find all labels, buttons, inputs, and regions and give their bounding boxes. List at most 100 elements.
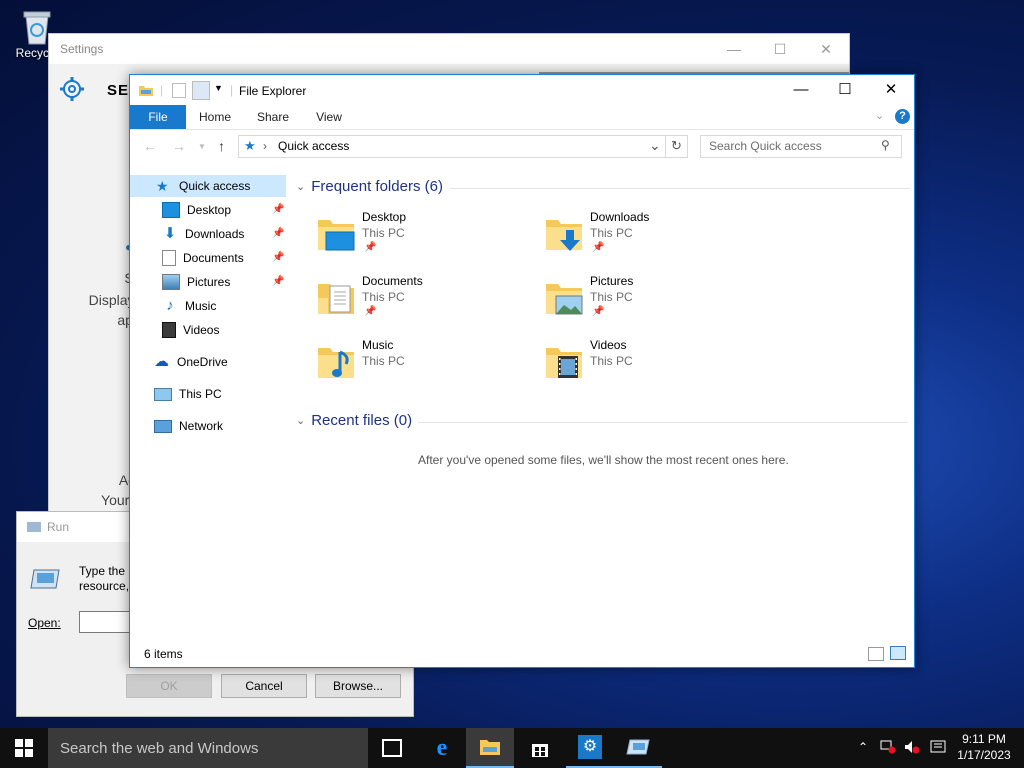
address-bar[interactable]: ★ › Quick access ⌄ ↻ bbox=[238, 135, 688, 158]
music-note-icon: ♪ bbox=[166, 297, 174, 314]
settings-close-button[interactable]: ✕ bbox=[803, 41, 849, 58]
forward-arrow-icon[interactable]: → bbox=[172, 138, 186, 154]
explorer-minimize-button[interactable]: — bbox=[778, 75, 824, 105]
address-dropdown-chevron-icon[interactable]: ⌄ bbox=[649, 137, 661, 154]
settings-minimize-button[interactable]: — bbox=[711, 41, 757, 57]
volume-muted-icon[interactable] bbox=[904, 740, 920, 757]
run-cancel-button[interactable]: Cancel bbox=[221, 674, 307, 698]
recent-locations-chevron-icon[interactable]: ▼ bbox=[198, 142, 206, 151]
explorer-maximize-button[interactable]: ☐ bbox=[822, 75, 868, 105]
search-icon[interactable]: ⚲ bbox=[881, 138, 890, 152]
desktop-folder-icon bbox=[316, 214, 356, 254]
folder-location: This PC bbox=[590, 354, 633, 368]
nav-item-pictures[interactable]: Pictures bbox=[162, 271, 230, 293]
network-status-icon[interactable] bbox=[880, 740, 896, 757]
ribbon-tabs: File Home Share View ⌄ ? bbox=[130, 105, 914, 130]
nav-item-documents[interactable]: Documents bbox=[162, 247, 244, 269]
pin-icon: 📌 bbox=[272, 228, 285, 239]
nav-item-downloads[interactable]: ⬇ Downloads bbox=[162, 223, 245, 245]
back-arrow-icon[interactable]: ← bbox=[143, 138, 157, 154]
details-view-icon[interactable] bbox=[868, 647, 884, 661]
store-button[interactable] bbox=[516, 728, 564, 768]
nav-item-onedrive[interactable]: ☁ OneDrive bbox=[154, 351, 228, 373]
nav-item-music[interactable]: ♪ Music bbox=[162, 295, 216, 317]
tab-share[interactable]: Share bbox=[250, 105, 296, 129]
edge-icon: e bbox=[436, 734, 448, 761]
qat-properties-icon[interactable] bbox=[172, 83, 186, 98]
folder-name: Downloads bbox=[590, 210, 650, 224]
refresh-icon[interactable]: ↻ bbox=[671, 138, 682, 154]
search-placeholder: Search Quick access bbox=[709, 139, 822, 153]
settings-taskbar-button[interactable]: ⚙ bbox=[566, 728, 614, 768]
tab-view[interactable]: View bbox=[306, 105, 352, 129]
folder-tile-music[interactable]: Music This PC bbox=[316, 338, 536, 394]
qat-new-folder-icon[interactable] bbox=[192, 81, 210, 100]
folder-tile-videos[interactable]: Videos This PC bbox=[544, 338, 764, 394]
up-arrow-icon[interactable]: ↑ bbox=[218, 138, 225, 154]
task-view-button[interactable] bbox=[368, 728, 416, 768]
nav-label: Music bbox=[185, 299, 217, 313]
nav-item-videos[interactable]: Videos bbox=[162, 319, 219, 341]
taskbar-search-placeholder: Search the web and Windows bbox=[60, 740, 259, 757]
music-folder-icon bbox=[316, 342, 356, 382]
title-separator: | bbox=[230, 83, 234, 97]
navigation-pane: ★ Quick access Desktop 📌 ⬇ Downloads 📌 D… bbox=[130, 172, 290, 641]
folder-tile-pictures[interactable]: Pictures This PC 📌 bbox=[544, 274, 764, 330]
file-explorer-taskbar-button[interactable] bbox=[466, 728, 514, 768]
folder-tile-documents[interactable]: Documents This PC 📌 bbox=[316, 274, 536, 330]
windows-logo-icon bbox=[15, 739, 33, 757]
settings-maximize-button[interactable]: ☐ bbox=[757, 41, 803, 58]
videos-filmstrip-icon bbox=[162, 322, 176, 338]
explorer-close-button[interactable]: ✕ bbox=[868, 75, 914, 105]
recent-files-header[interactable]: ⌄ Recent files (0) bbox=[296, 412, 412, 429]
run-browse-button[interactable]: Browse... bbox=[315, 674, 401, 698]
run-description-line1: Type the r bbox=[79, 564, 133, 578]
start-button[interactable] bbox=[0, 728, 48, 768]
nav-label: This PC bbox=[179, 387, 222, 401]
show-hidden-icons-chevron-icon[interactable]: ⌃ bbox=[858, 740, 868, 754]
nav-label: Downloads bbox=[185, 227, 245, 241]
nav-label: Quick access bbox=[179, 179, 251, 193]
collapse-chevron-icon: ⌄ bbox=[296, 415, 306, 427]
run-ok-button[interactable]: OK bbox=[126, 674, 212, 698]
onedrive-cloud-icon: ☁ bbox=[154, 353, 169, 370]
downloads-arrow-icon: ⬇ bbox=[163, 225, 177, 242]
header-divider bbox=[418, 422, 908, 423]
nav-item-desktop[interactable]: Desktop bbox=[162, 199, 231, 221]
nav-item-this-pc[interactable]: This PC bbox=[154, 383, 222, 405]
explorer-titlebar: | ▼ | File Explorer — ☐ ✕ bbox=[130, 75, 914, 105]
action-center-icon[interactable] bbox=[930, 740, 946, 757]
help-icon[interactable]: ? bbox=[895, 109, 910, 124]
folder-tile-downloads[interactable]: Downloads This PC 📌 bbox=[544, 210, 764, 266]
edge-browser-button[interactable]: e bbox=[418, 728, 466, 768]
clock-date: 1/17/2023 bbox=[957, 748, 1011, 762]
documents-icon bbox=[162, 250, 176, 266]
folder-location: This PC bbox=[362, 290, 405, 304]
nav-item-quick-access[interactable]: ★ Quick access bbox=[130, 175, 286, 197]
tab-file[interactable]: File bbox=[130, 105, 186, 129]
nav-label: Desktop bbox=[187, 203, 232, 217]
folder-tile-desktop[interactable]: Desktop This PC 📌 bbox=[316, 210, 536, 266]
qat-customize-chevron-icon[interactable]: ▼ bbox=[214, 83, 223, 93]
recent-files-empty-message: After you've opened some files, we'll sh… bbox=[418, 453, 789, 467]
run-taskbar-button[interactable] bbox=[614, 728, 662, 768]
settings-titlebar: Settings — ☐ ✕ bbox=[49, 34, 849, 64]
ribbon-expand-chevron-icon[interactable]: ⌄ bbox=[875, 109, 884, 122]
folder-location: This PC bbox=[590, 226, 633, 240]
group-title: Recent files (0) bbox=[311, 412, 413, 429]
nav-item-network[interactable]: Network bbox=[154, 415, 223, 437]
content-pane: ⌄ Frequent folders (6) Desktop This PC 📌… bbox=[290, 172, 914, 641]
collapse-chevron-icon: ⌄ bbox=[296, 181, 306, 193]
pictures-folder-icon bbox=[544, 278, 584, 318]
frequent-folders-header[interactable]: ⌄ Frequent folders (6) bbox=[296, 178, 443, 195]
address-divider bbox=[665, 136, 666, 157]
taskbar: Search the web and Windows e ⚙ ⌃ 9:11 PM… bbox=[0, 728, 1024, 768]
large-icons-view-icon[interactable] bbox=[890, 646, 906, 660]
store-bag-icon bbox=[532, 744, 548, 757]
tab-home[interactable]: Home bbox=[192, 105, 238, 129]
documents-folder-icon bbox=[316, 278, 356, 318]
taskbar-search-box[interactable]: Search the web and Windows bbox=[48, 728, 368, 768]
qat-separator: | bbox=[160, 83, 164, 97]
search-input[interactable]: Search Quick access ⚲ bbox=[700, 135, 902, 158]
clock[interactable]: 9:11 PM 1/17/2023 bbox=[952, 731, 1016, 763]
